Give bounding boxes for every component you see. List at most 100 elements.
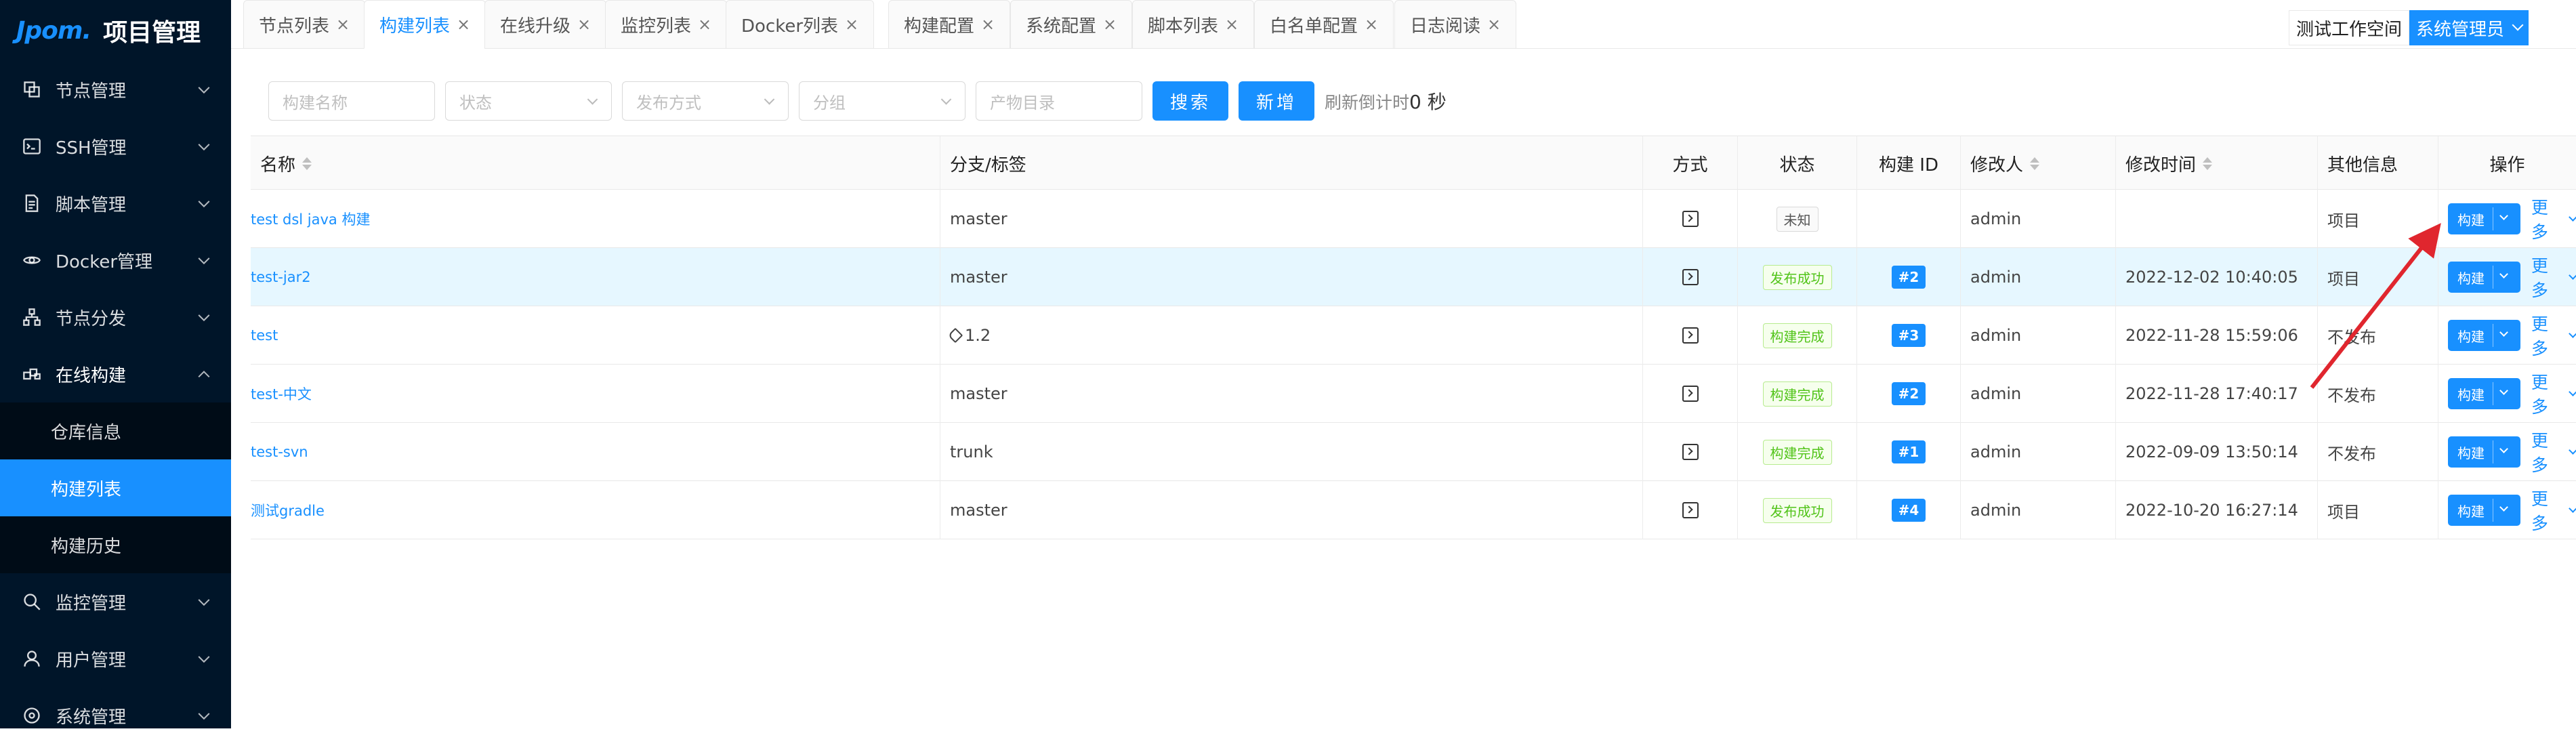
terminal-icon[interactable] <box>1682 444 1699 460</box>
sidebar-subitem-repository[interactable]: 仓库信息 <box>0 402 231 459</box>
workspace-label[interactable]: 测试工作空间 <box>2288 10 2409 45</box>
sidebar-item-monitor[interactable]: 监控管理 <box>0 573 231 630</box>
sidebar-item-label: 脚本管理 <box>56 194 127 215</box>
artifact-dir-input[interactable]: 产物目录 <box>976 81 1142 121</box>
cell-status: 构建完成 <box>1738 306 1857 365</box>
cell-build-id: #1 <box>1857 423 1961 481</box>
chevron-down-icon[interactable] <box>2499 503 2508 512</box>
build-id-badge[interactable]: #2 <box>1891 266 1926 289</box>
close-icon[interactable]: × <box>1487 15 1501 34</box>
build-name-link[interactable]: test-中文 <box>251 384 312 404</box>
build-id-badge[interactable]: #3 <box>1891 324 1926 347</box>
terminal-icon[interactable] <box>1682 211 1699 227</box>
tab-monitor-list[interactable]: 监控列表 × <box>605 0 728 49</box>
col-name[interactable]: 名称 <box>251 136 940 190</box>
terminal-icon[interactable] <box>1682 386 1699 402</box>
sidebar-item-user[interactable]: 用户管理 <box>0 630 231 687</box>
tab-node-list[interactable]: 节点列表 × <box>243 0 366 49</box>
close-icon[interactable]: × <box>1365 15 1378 34</box>
sidebar-item-ssh[interactable]: SSH管理 <box>0 118 231 175</box>
build-button[interactable]: 构建 <box>2448 495 2520 526</box>
user-menu-button[interactable]: 系统管理员 <box>2409 10 2529 45</box>
build-name-link[interactable]: test-jar2 <box>251 269 311 285</box>
chevron-down-icon[interactable] <box>2499 386 2508 395</box>
tab-build-config[interactable]: 构建配置 × <box>888 0 1011 49</box>
chevron-down-icon[interactable] <box>2499 445 2508 453</box>
chevron-down-icon[interactable] <box>2499 211 2508 220</box>
terminal-icon[interactable] <box>1682 502 1699 518</box>
build-button[interactable]: 构建 <box>2448 436 2520 468</box>
sidebar-item-docker[interactable]: Docker管理 <box>0 232 231 289</box>
close-icon[interactable]: × <box>577 15 591 34</box>
cluster-icon <box>22 307 42 327</box>
tab-build-list[interactable]: 构建列表 × <box>364 0 486 49</box>
tab-label: 白名单配置 <box>1270 16 1358 37</box>
build-name-link[interactable]: test-svn <box>251 444 308 460</box>
sidebar-item-node[interactable]: 节点管理 <box>0 61 231 118</box>
tab-docker-list[interactable]: Docker列表 × <box>726 0 875 49</box>
build-name-link[interactable]: 测试gradle <box>251 500 325 520</box>
build-id-badge[interactable]: #2 <box>1891 382 1926 405</box>
sidebar-item-build[interactable]: 在线构建 <box>0 346 231 402</box>
tab-whitelist-config[interactable]: 白名单配置 × <box>1254 0 1394 49</box>
close-icon[interactable]: × <box>457 15 470 34</box>
tab-log-reader[interactable]: 日志阅读 × <box>1394 0 1517 49</box>
tab-online-upgrade[interactable]: 在线升级 × <box>484 0 607 49</box>
table-row: test dsl java 构建 master 未知 admin 项目 构建 更… <box>251 190 2576 248</box>
status-badge: 构建完成 <box>1762 439 1832 465</box>
terminal-icon <box>22 136 42 157</box>
more-dropdown[interactable]: 更多 <box>2531 486 2576 535</box>
build-button[interactable]: 构建 <box>2448 262 2520 293</box>
table-row: test-svn trunk 构建完成 #1 admin 2022-09-09 … <box>251 423 2576 481</box>
more-dropdown[interactable]: 更多 <box>2531 369 2576 418</box>
sidebar-item-system[interactable]: 系统管理 <box>0 687 231 744</box>
sidebar-item-distribute[interactable]: 节点分发 <box>0 289 231 346</box>
chevron-down-icon <box>2569 445 2576 455</box>
col-modify-time[interactable]: 修改时间 <box>2116 136 2318 190</box>
build-name-input[interactable]: 构建名称 <box>268 81 435 121</box>
logo[interactable]: Jpom. 项目管理 <box>0 0 231 61</box>
build-button[interactable]: 构建 <box>2448 378 2520 409</box>
more-dropdown[interactable]: 更多 <box>2531 428 2576 476</box>
status-select[interactable]: 状态 <box>445 81 612 121</box>
more-dropdown[interactable]: 更多 <box>2531 194 2576 243</box>
tab-system-config[interactable]: 系统配置 × <box>1010 0 1133 49</box>
tab-script-list[interactable]: 脚本列表 × <box>1132 0 1255 49</box>
status-badge: 发布成功 <box>1762 497 1832 523</box>
build-name-link[interactable]: test dsl java 构建 <box>251 209 370 229</box>
sidebar-item-script[interactable]: 脚本管理 <box>0 175 231 232</box>
search-button[interactable]: 搜索 <box>1152 81 1229 121</box>
close-icon[interactable]: × <box>981 15 995 34</box>
chevron-down-icon[interactable] <box>2499 328 2508 337</box>
build-id-badge[interactable]: #4 <box>1891 499 1926 522</box>
build-button[interactable]: 构建 <box>2448 320 2520 351</box>
tab-label: 系统配置 <box>1026 16 1097 37</box>
close-icon[interactable]: × <box>1225 15 1239 34</box>
terminal-icon[interactable] <box>1682 327 1699 344</box>
col-modifier[interactable]: 修改人 <box>1961 136 2116 190</box>
close-icon[interactable]: × <box>336 15 350 34</box>
build-id-badge[interactable]: #1 <box>1891 440 1926 463</box>
branch-text: master <box>950 501 1007 520</box>
build-button[interactable]: 构建 <box>2448 203 2520 234</box>
cell-branch: master <box>940 365 1643 423</box>
sidebar-item-label: 系统管理 <box>56 707 127 728</box>
close-icon[interactable]: × <box>698 15 711 34</box>
group-select[interactable]: 分组 <box>799 81 965 121</box>
cell-other-info: 不发布 <box>2318 365 2438 423</box>
publish-method-select[interactable]: 发布方式 <box>622 81 789 121</box>
sidebar-subitem-build-history[interactable]: 构建历史 <box>0 516 231 573</box>
col-modify-time-label: 修改时间 <box>2125 154 2197 175</box>
chevron-down-icon <box>198 708 210 720</box>
close-icon[interactable]: × <box>1103 15 1117 34</box>
terminal-icon[interactable] <box>1682 269 1699 285</box>
more-dropdown[interactable]: 更多 <box>2531 311 2576 360</box>
more-dropdown[interactable]: 更多 <box>2531 253 2576 302</box>
sidebar-subitem-build-list[interactable]: 构建列表 <box>0 459 231 516</box>
build-name-link[interactable]: test <box>251 327 278 344</box>
chevron-down-icon[interactable] <box>2499 270 2508 278</box>
add-build-button[interactable]: 新增 <box>1239 81 1315 121</box>
col-modifier-label: 修改人 <box>1970 154 2024 175</box>
cell-modifier: admin <box>1961 190 2116 248</box>
close-icon[interactable]: × <box>845 15 858 34</box>
